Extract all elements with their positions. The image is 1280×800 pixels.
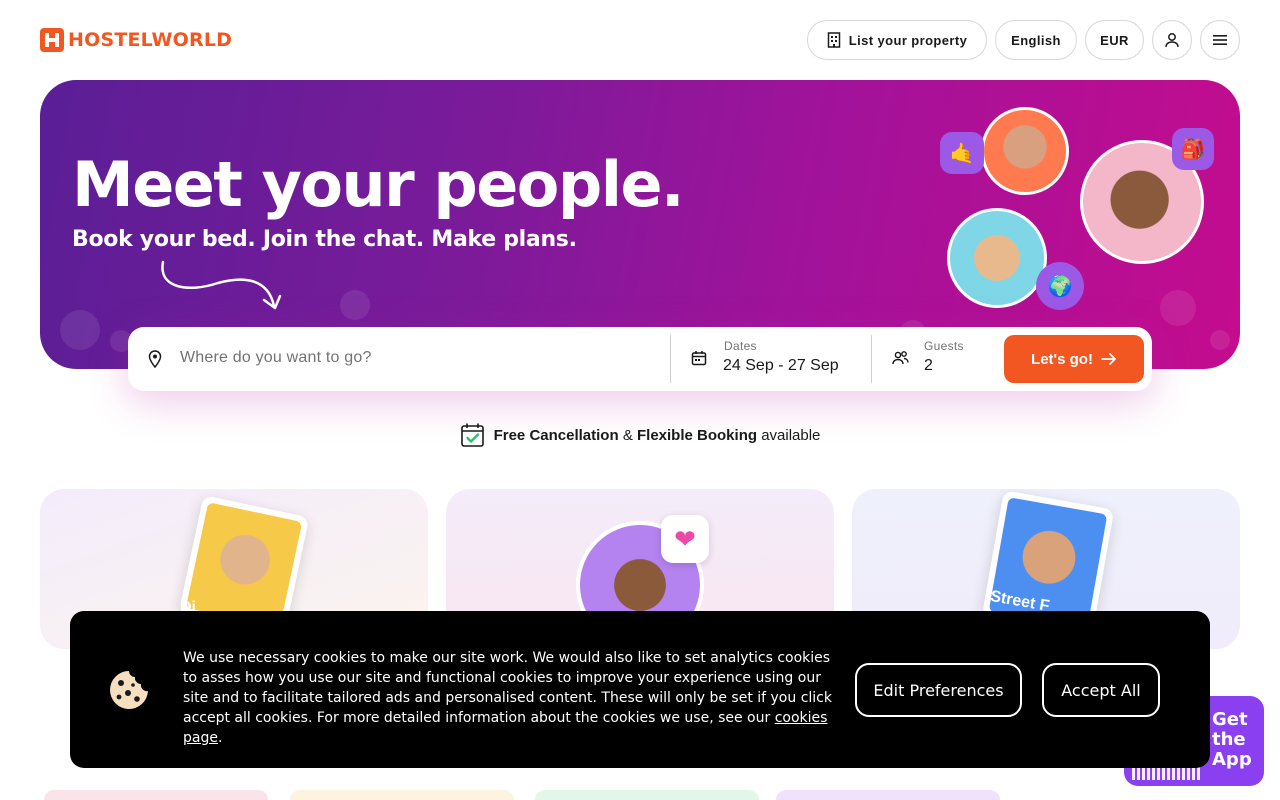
hero-banner: Meet your people. Book your bed. Join th… — [40, 80, 1240, 369]
cookie-message: We use necessary cookies to make our sit… — [183, 648, 843, 748]
search-submit-button[interactable]: Let's go! — [1004, 335, 1144, 383]
logo-mark-icon — [40, 28, 64, 52]
get-app-line: App — [1212, 749, 1252, 770]
get-app-label: Get the App — [1212, 710, 1252, 770]
guests-icon — [892, 351, 909, 365]
cookie-icon — [110, 671, 148, 709]
card-preview — [535, 790, 759, 800]
calendar-check-icon — [460, 423, 484, 447]
arrow-right-icon — [1101, 353, 1116, 365]
curved-arrow-icon — [161, 260, 282, 310]
destination-input[interactable]: Where do you want to go? — [128, 327, 670, 391]
search-submit-label: Let's go! — [1031, 350, 1093, 368]
hostelworld-logo[interactable]: HOSTELWORLD — [40, 28, 232, 52]
list-property-label: List your property — [848, 32, 968, 48]
decorative-bubble — [1160, 290, 1196, 326]
search-bar: Where do you want to go? Dates 24 Sep - … — [128, 327, 1152, 391]
hero-title: Meet your people. — [72, 148, 685, 221]
dates-field[interactable]: Dates 24 Sep - 27 Sep — [671, 327, 871, 391]
card-preview — [290, 790, 514, 800]
guests-label: Guests — [924, 339, 964, 353]
calendar-icon — [691, 351, 707, 366]
free-cancellation-text: Free Cancellation — [493, 426, 619, 444]
account-button[interactable] — [1152, 20, 1192, 60]
currency-selector[interactable]: EUR — [1085, 20, 1144, 60]
free-cancellation-notice: Free Cancellation & Flexible Booking ava… — [0, 422, 1280, 448]
edit-preferences-button[interactable]: Edit Preferences — [855, 663, 1022, 717]
ampersand-text: & — [622, 426, 633, 444]
dates-value: 24 Sep - 27 Sep — [723, 357, 839, 374]
decorative-bubble — [340, 290, 370, 320]
accept-all-button[interactable]: Accept All — [1042, 663, 1160, 717]
heart-icon: ❤ — [661, 515, 709, 563]
cookie-message-text: We use necessary cookies to make our sit… — [183, 650, 832, 726]
site-header: HOSTELWORLD List your property English E… — [0, 0, 1280, 80]
logo-text: HOSTELWORLD — [68, 29, 233, 51]
destination-placeholder: Where do you want to go? — [180, 349, 372, 366]
location-pin-icon — [148, 350, 162, 368]
decorative-bubble — [1210, 330, 1230, 350]
user-icon — [1165, 33, 1179, 48]
building-icon — [827, 32, 841, 48]
flexible-booking-text: Flexible Booking — [637, 426, 758, 444]
language-selector[interactable]: English — [995, 20, 1077, 60]
shaka-hand-icon: 🤙 — [940, 132, 984, 174]
hero-subtitle: Book your bed. Join the chat. Make plans… — [72, 227, 577, 252]
list-property-button[interactable]: List your property — [807, 20, 987, 60]
traveller-avatar — [981, 107, 1069, 195]
menu-button[interactable] — [1200, 20, 1240, 60]
cookie-message-end: . — [217, 730, 223, 746]
backpack-icon: 🎒 — [1172, 128, 1214, 170]
globe-icon: 🌍 — [1036, 262, 1084, 310]
get-app-line: the — [1212, 729, 1246, 750]
guests-field[interactable]: Guests 2 — [872, 327, 1002, 391]
hamburger-menu-icon — [1213, 35, 1227, 45]
card-preview — [776, 790, 1000, 800]
card-preview — [44, 790, 268, 800]
get-app-line: Get — [1212, 709, 1248, 730]
decorative-bubble — [60, 310, 100, 350]
guests-value: 2 — [924, 357, 933, 374]
dates-label: Dates — [724, 339, 757, 353]
available-text: available — [761, 426, 821, 444]
traveller-avatar — [947, 208, 1047, 308]
cookie-banner: We use necessary cookies to make our sit… — [70, 611, 1210, 768]
